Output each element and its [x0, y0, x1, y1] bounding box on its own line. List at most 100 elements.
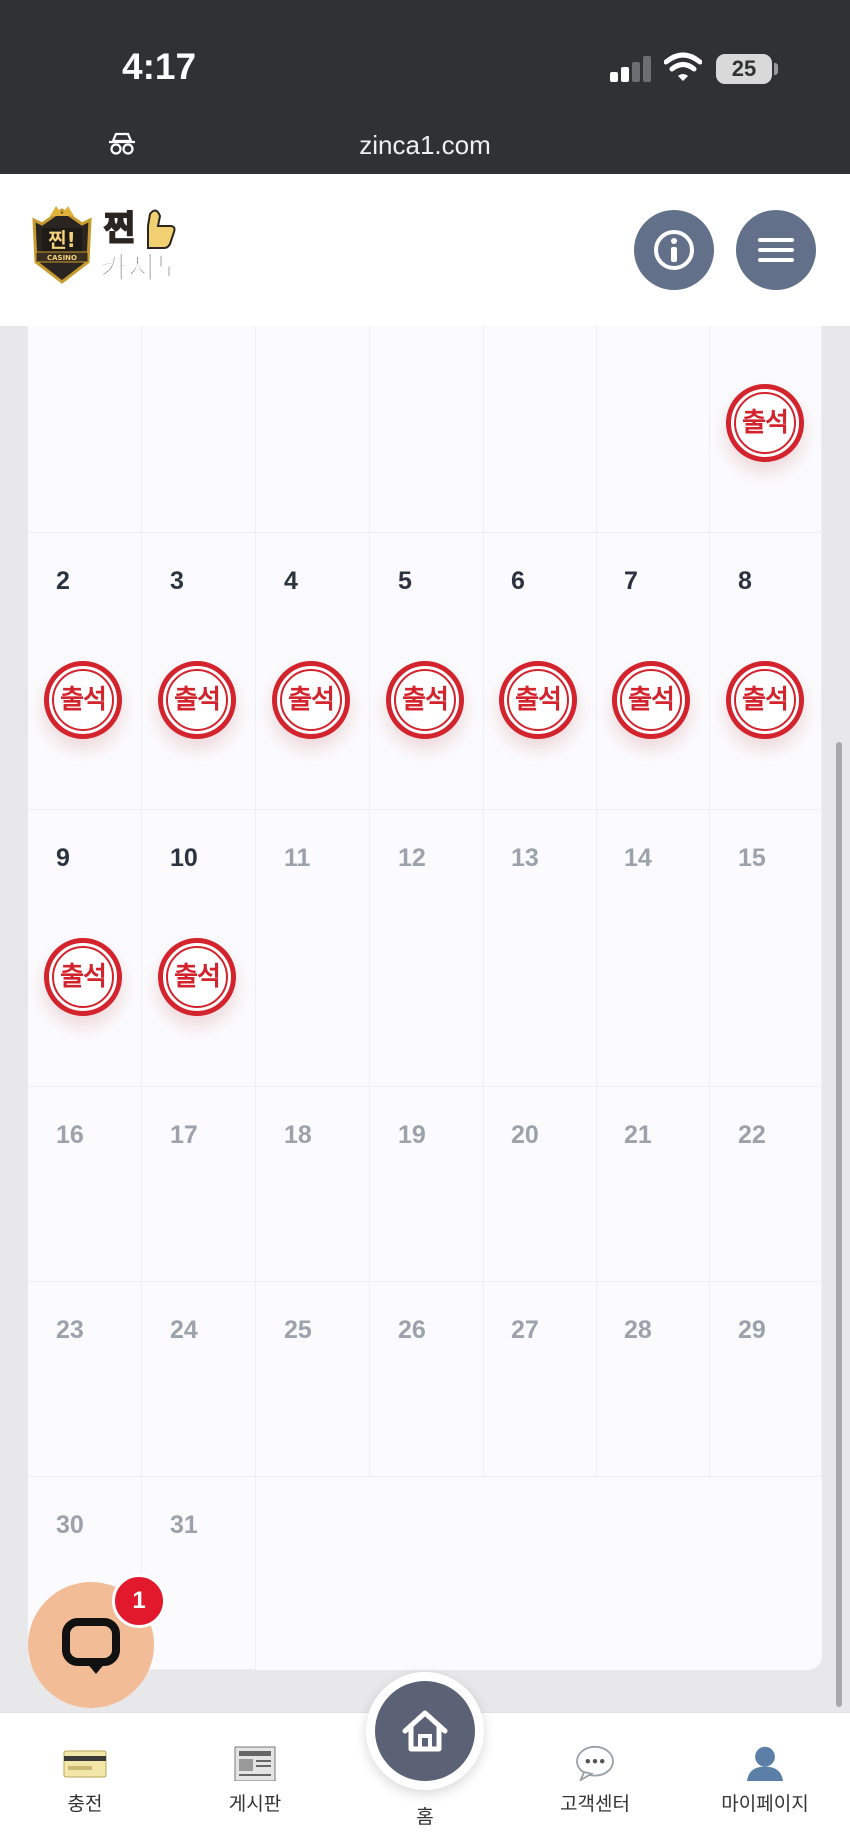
day-number: 18	[284, 1121, 312, 1149]
calendar-day-cell[interactable]: 8 출석	[710, 533, 822, 810]
wifi-icon	[664, 52, 702, 81]
home-icon	[402, 1710, 448, 1752]
calendar-day-cell[interactable]: 11	[256, 810, 370, 1087]
attendance-stamp-icon: 출석	[726, 384, 804, 462]
attendance-stamp-label: 출석	[60, 685, 107, 715]
day-number: 30	[56, 1511, 84, 1539]
calendar-day-cell[interactable]: 4 출석	[256, 533, 370, 810]
calendar-day-cell	[483, 326, 597, 533]
calendar-day-cell[interactable]: 21	[596, 1087, 710, 1282]
attendance-calendar: 출석 2 출석 3 출석 4 출석 5 출석 6 출석 7 출석 8 출석 9 출석 10 출석 11 12 13 14 15…	[28, 326, 822, 1670]
nav-item-support[interactable]: 고객센터	[520, 1713, 670, 1848]
day-number: 7	[624, 567, 638, 595]
hamburger-icon	[758, 238, 794, 242]
day-number: 6	[511, 567, 525, 595]
calendar-day-cell[interactable]: 18	[256, 1087, 370, 1282]
calendar-day-cell[interactable]: 7 출석	[596, 533, 710, 810]
chat-notification-badge: 1	[112, 1574, 166, 1628]
calendar-day-cell[interactable]: 28	[596, 1282, 710, 1477]
calendar-day-cell[interactable]: 3 출석	[142, 533, 256, 810]
day-number: 27	[511, 1316, 539, 1344]
day-number: 25	[284, 1316, 312, 1344]
svg-text:CASINO: CASINO	[47, 254, 77, 262]
day-number: 17	[170, 1121, 198, 1149]
attendance-stamp-icon: 출석	[272, 661, 350, 739]
day-number: 10	[170, 844, 198, 872]
svg-text:카지노: 카지노	[100, 251, 183, 286]
cell-signal-icon	[610, 56, 651, 82]
calendar-day-cell[interactable]: 6 출석	[483, 533, 597, 810]
calendar-day-cell	[28, 326, 142, 533]
calendar-day-cell	[142, 326, 256, 533]
site-header: 찐! CASINO 찐 카지노	[0, 174, 850, 326]
home-button[interactable]	[375, 1681, 475, 1781]
calendar-day-cell[interactable]: 29	[710, 1282, 822, 1477]
nav-label: 충전	[67, 1793, 103, 1815]
speech-bubble-icon	[576, 1745, 614, 1781]
calendar-day-cell[interactable]: 23	[28, 1282, 142, 1477]
nav-item-home[interactable]	[366, 1672, 484, 1790]
calendar-day-cell[interactable]: 17	[142, 1087, 256, 1282]
calendar-day-cell[interactable]: 24	[142, 1282, 256, 1477]
calendar-day-cell[interactable]: 13	[483, 810, 597, 1087]
nav-label: 고객센터	[560, 1793, 630, 1815]
calendar-day-cell[interactable]: 26	[370, 1282, 484, 1477]
day-number: 9	[56, 844, 70, 872]
nav-item-mypage[interactable]: 마이페이지	[690, 1713, 840, 1848]
calendar-day-cell[interactable]: 25	[256, 1282, 370, 1477]
day-number: 14	[624, 844, 652, 872]
calendar-day-cell[interactable]: 19	[370, 1087, 484, 1282]
day-number: 5	[398, 567, 412, 595]
day-number: 22	[738, 1121, 766, 1149]
day-number: 16	[56, 1121, 84, 1149]
info-button[interactable]	[634, 210, 714, 290]
attendance-stamp-icon: 출석	[386, 661, 464, 739]
calendar-day-cell[interactable]: 31	[142, 1477, 256, 1670]
user-icon	[747, 1746, 783, 1781]
attendance-stamp-icon: 출석	[499, 661, 577, 739]
calendar-day-cell[interactable]: 14	[596, 810, 710, 1087]
calendar-day-cell[interactable]: 9 출석	[28, 810, 142, 1087]
attendance-stamp-label: 출석	[628, 685, 675, 715]
day-number: 8	[738, 567, 752, 595]
calendar-day-cell	[596, 326, 710, 533]
attendance-stamp-label: 출석	[288, 685, 335, 715]
day-number: 21	[624, 1121, 652, 1149]
day-number: 4	[284, 567, 298, 595]
day-number: 15	[738, 844, 766, 872]
calendar-day-cell[interactable]: 22	[710, 1087, 822, 1282]
attendance-stamp-icon: 출석	[612, 661, 690, 739]
calendar-day-cell[interactable]: 5 출석	[370, 533, 484, 810]
attendance-stamp-label: 출석	[402, 685, 449, 715]
chat-icon	[62, 1618, 120, 1666]
attendance-stamp-icon: 출석	[726, 661, 804, 739]
site-logo[interactable]: 찐! CASINO 찐 카지노	[32, 202, 212, 292]
nav-item-charge[interactable]: 충전	[10, 1713, 160, 1848]
url-bar[interactable]: zinca1.com	[0, 130, 850, 161]
day-number: 24	[170, 1316, 198, 1344]
attendance-stamp-label: 출석	[515, 685, 562, 715]
calendar-day-cell[interactable]: 출석	[710, 326, 822, 533]
calendar-day-cell[interactable]: 2 출석	[28, 533, 142, 810]
calendar-day-cell	[256, 326, 370, 533]
attendance-stamp-label: 출석	[174, 962, 221, 992]
day-number: 13	[511, 844, 539, 872]
card-icon	[63, 1750, 107, 1778]
calendar-day-cell[interactable]: 27	[483, 1282, 597, 1477]
nav-item-board[interactable]: 게시판	[180, 1713, 330, 1848]
attendance-stamp-icon: 출석	[44, 938, 122, 1016]
menu-button[interactable]	[736, 210, 816, 290]
calendar-day-cell[interactable]: 10 출석	[142, 810, 256, 1087]
svg-text:찐: 찐	[104, 209, 135, 249]
calendar-day-cell[interactable]: 15	[710, 810, 822, 1087]
calendar-day-cell[interactable]: 12	[370, 810, 484, 1087]
calendar-day-cell[interactable]: 16	[28, 1087, 142, 1282]
day-number: 20	[511, 1121, 539, 1149]
day-number: 3	[170, 567, 184, 595]
day-number: 19	[398, 1121, 426, 1149]
battery-indicator: 25	[716, 54, 772, 84]
page-scrollbar[interactable]	[836, 742, 842, 1707]
calendar-day-cell[interactable]: 20	[483, 1087, 597, 1282]
attendance-stamp-icon: 출석	[44, 661, 122, 739]
day-number: 11	[284, 844, 311, 872]
